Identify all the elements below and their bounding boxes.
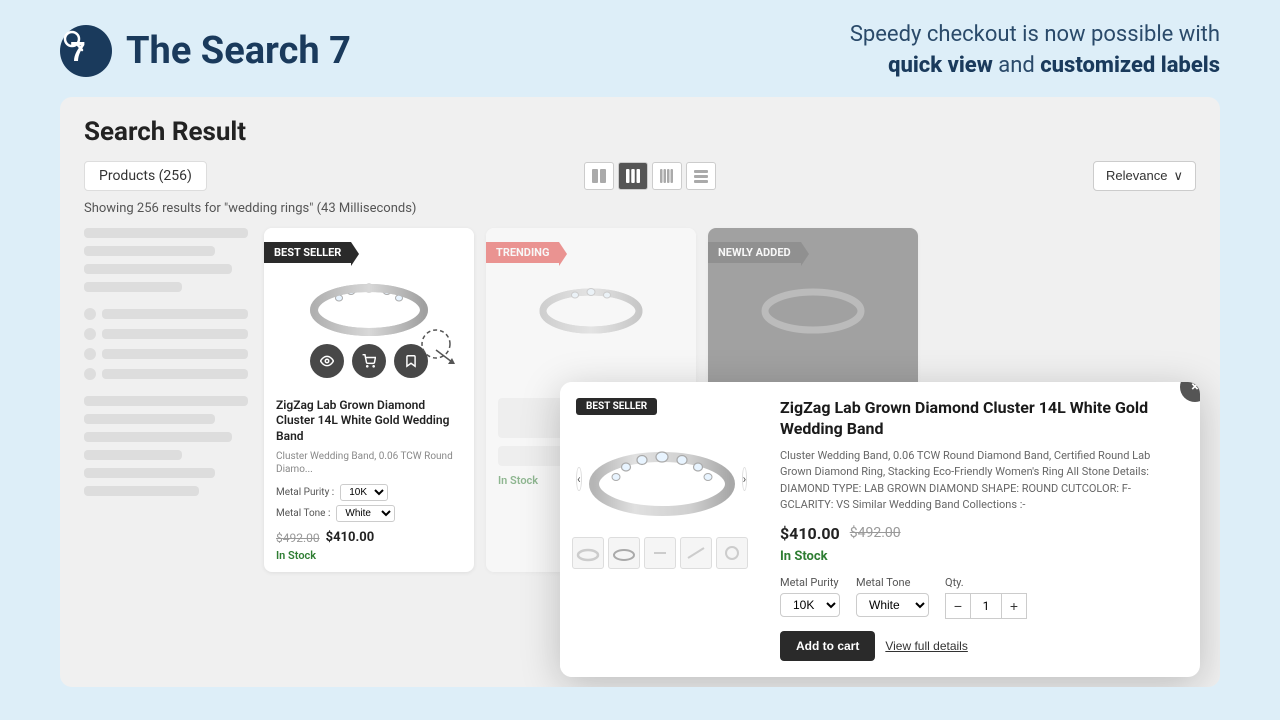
quick-view-modal: × BEST SELLER ‹ [560,382,1200,677]
price-sale-1: $410.00 [326,530,375,545]
modal-options: Metal Purity 10K14K18K Metal Tone WhiteY… [780,576,1180,619]
logo-area: 7 The Search 7 [60,25,351,77]
page-title: Search Result [84,117,1196,147]
add-to-cart-button[interactable]: Add to cart [780,631,875,661]
metal-purity-row: Metal Purity : 10K14K18K [276,484,462,501]
modal-image-area: BEST SELLER ‹ [560,382,760,677]
thumbnail-4[interactable] [680,537,712,569]
modal-next-arrow[interactable]: › [742,467,748,491]
in-stock-1: In Stock [276,549,462,562]
tagline-bold1: quick view [888,53,993,78]
qty-decrease-button[interactable]: − [945,593,971,619]
thumbnail-2[interactable] [608,537,640,569]
card-title-1: ZigZag Lab Grown Diamond Cluster 14L Whi… [276,398,462,445]
modal-details: ZigZag Lab Grown Diamond Cluster 14L Whi… [760,382,1200,677]
modal-nav: ‹ [576,429,744,529]
modal-price-original: $492.00 [850,525,901,541]
view-2col-button[interactable] [584,162,614,190]
chevron-left-icon: ‹ [577,472,581,486]
view-full-details-button[interactable]: View full details [885,639,968,653]
modal-ring-image [582,429,742,529]
modal-thumbnails [572,537,748,569]
modal-price-sale: $410.00 [780,524,840,543]
view-4col-button[interactable] [652,162,682,190]
ring-svg-3 [753,273,873,343]
products-count: Products (256) [84,161,207,191]
card-options-1: Metal Purity : 10K14K18K Metal Tone : Wh… [276,484,462,522]
modal-purity-label: Metal Purity [780,576,840,589]
modal-purity-select[interactable]: 10K14K18K [780,593,840,617]
metal-purity-label: Metal Purity : [276,487,334,498]
hover-icons-1 [310,344,428,378]
modal-in-stock: In Stock [780,549,1180,564]
eye-icon-btn[interactable] [310,344,344,378]
logo-text: The Search 7 [126,29,351,73]
modal-qty-label: Qty. [945,576,1027,589]
relevance-dropdown[interactable]: Relevance ∨ [1093,161,1196,191]
showing-text: Showing 256 results for "wedding rings" … [84,201,1196,216]
metal-purity-select[interactable]: 10K14K18K [340,484,388,501]
chevron-down-icon: ∨ [1173,168,1183,184]
modal-badge: BEST SELLER [576,398,657,415]
badge-best-seller: BEST SELLER [264,242,351,263]
modal-tone-select[interactable]: WhiteYellowRose [856,593,929,617]
modal-metal-tone: Metal Tone WhiteYellowRose [856,576,929,619]
price-row-1: $492.00 $410.00 [276,530,462,545]
thumbnail-3[interactable] [644,537,676,569]
qty-value: 1 [971,593,1001,619]
ring-svg-2 [531,273,651,343]
tagline-bold2: customized labels [1040,53,1220,78]
product-card-1: BEST SELLER [264,228,474,573]
header: 7 The Search 7 Speedy checkout is now po… [0,0,1280,97]
close-icon: × [1191,382,1198,395]
modal-product-desc: Cluster Wedding Band, 0.06 TCW Round Dia… [780,448,1180,514]
modal-ring-svg [582,434,742,524]
metal-tone-row: Metal Tone : WhiteYellowRose [276,505,462,522]
modal-qty: Qty. − 1 + [945,576,1027,619]
view-3col-button[interactable] [618,162,648,190]
price-original-1: $492.00 [276,531,320,545]
cart-icon-btn[interactable] [352,344,386,378]
skeleton-sidebar [84,228,264,573]
modal-actions: Add to cart View full details [780,631,1180,661]
chevron-right-icon: › [743,472,747,486]
tagline-line1: Speedy checkout is now possible with [850,22,1220,47]
thumbnail-1[interactable] [572,537,604,569]
toolbar: Products (256) Relevance ∨ [84,161,1196,191]
relevance-label: Relevance [1106,168,1167,183]
card-desc-1: Cluster Wedding Band, 0.06 TCW Round Dia… [276,450,462,476]
qty-control: − 1 + [945,593,1027,619]
click-indicator [416,324,456,368]
card-body-1: ZigZag Lab Grown Diamond Cluster 14L Whi… [264,388,474,573]
modal-tone-label: Metal Tone [856,576,929,589]
thumbnail-5[interactable] [716,537,748,569]
qty-increase-button[interactable]: + [1001,593,1027,619]
badge-newly-added: NEWLY ADDED [708,242,801,263]
modal-prices: $410.00 $492.00 [780,524,1180,543]
logo-icon: 7 [60,25,112,77]
view-options [584,162,716,190]
modal-product-title: ZigZag Lab Grown Diamond Cluster 14L Whi… [780,398,1180,440]
metal-tone-select[interactable]: WhiteYellowRose [336,505,395,522]
tagline-and: and [993,53,1040,78]
badge-trending: TRENDING [486,242,559,263]
tagline: Speedy checkout is now possible with qui… [850,20,1220,82]
modal-metal-purity: Metal Purity 10K14K18K [780,576,840,619]
metal-tone-label: Metal Tone : [276,508,330,519]
view-list-button[interactable] [686,162,716,190]
browser-window: Search Result Products (256) Relevance ∨… [60,97,1220,687]
